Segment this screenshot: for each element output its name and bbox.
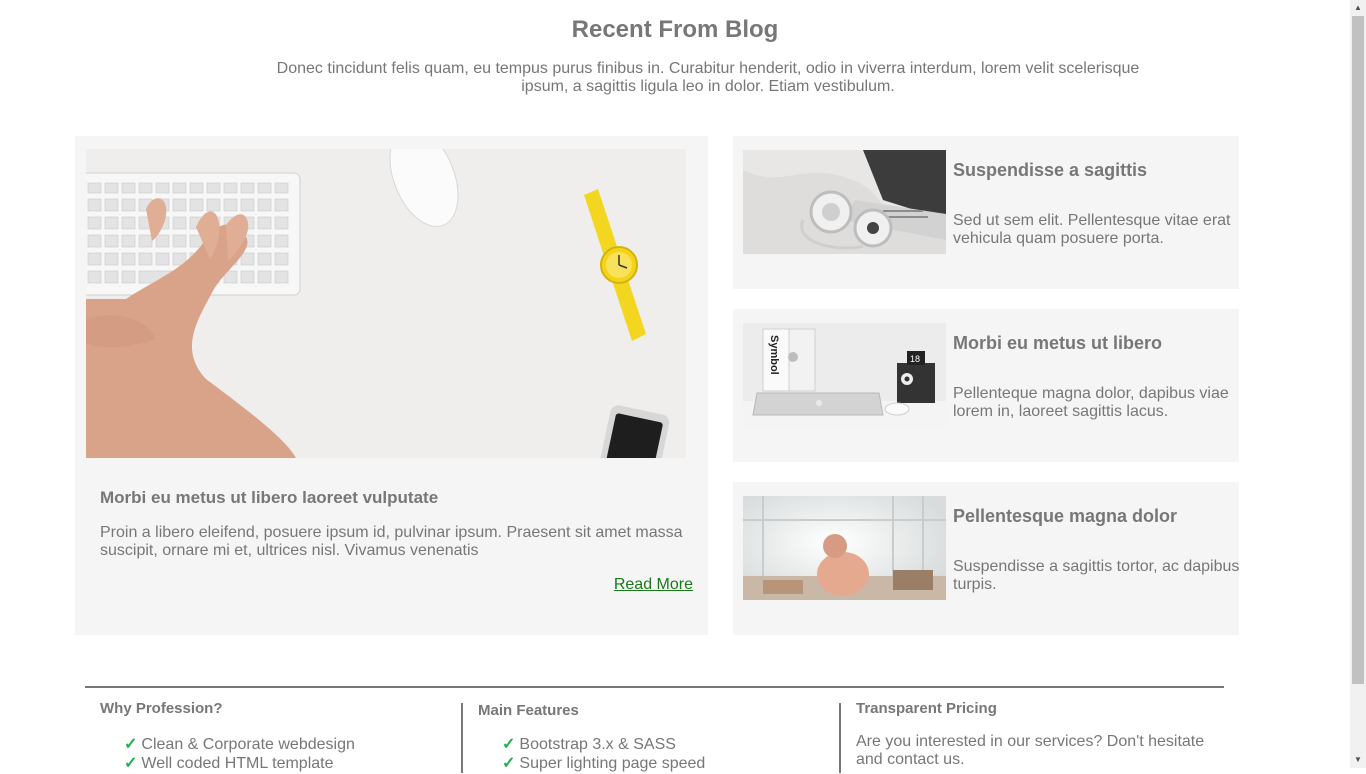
vertical-scrollbar[interactable]: ▲ ▼ <box>1350 0 1366 768</box>
checkmark-icon: ✓ <box>124 736 138 753</box>
checkmark-icon: ✓ <box>502 755 516 772</box>
footer-features-list: ✓ Bootstrap 3.x & SASS ✓ Super lighting pa… <box>502 736 705 774</box>
post-thumbnail-office[interactable] <box>743 496 946 600</box>
scroll-up-arrow-icon[interactable]: ▲ <box>1350 0 1366 16</box>
footer-column-divider <box>839 703 841 773</box>
post-excerpt: Sed ut sem elit. Pellentesque vitae erat… <box>953 212 1231 247</box>
scroll-down-arrow-icon[interactable]: ▼ <box>1350 752 1366 768</box>
footer-features-title: Main Features <box>478 702 579 719</box>
footer-why-list: ✓ Clean & Corporate webdesign ✓ Well coded… <box>124 736 355 774</box>
list-item: ✓ Clean & Corporate webdesign <box>124 736 355 753</box>
post-title[interactable]: Morbi eu metus ut libero <box>953 333 1162 354</box>
post-title[interactable]: Pellentesque magna dolor <box>953 506 1177 527</box>
blog-section-title: Recent From Blog <box>571 16 779 43</box>
footer-divider <box>85 686 1224 688</box>
checkmark-icon: ✓ <box>124 755 138 772</box>
footer-pricing-title: Transparent Pricing <box>856 700 997 717</box>
list-item: ✓ Bootstrap 3.x & SASS <box>502 736 676 753</box>
footer-why-title: Why Profession? <box>100 700 223 717</box>
footer-why-column: Why Profession? ✓ Clean & Corporate webde… <box>100 700 355 772</box>
scrollbar-thumb[interactable] <box>1352 16 1364 684</box>
footer-pricing-text: Are you interested in our services? Don'… <box>856 733 1205 768</box>
checkmark-icon: ✓ <box>502 736 516 753</box>
list-item: ✓ Super lighting page speed <box>502 755 706 772</box>
footer-column-divider <box>461 703 463 773</box>
svg-text:18: 18 <box>910 354 920 364</box>
post-excerpt: Pellenteque magna dolor, dapibus viae lo… <box>953 385 1229 420</box>
post-title[interactable]: Suspendisse a sagittis <box>953 160 1147 181</box>
list-item: ✓ Well coded HTML template <box>124 755 334 772</box>
blog-section-subtitle: Donec tincidunt felis quam, eu tempus pu… <box>276 60 1140 95</box>
footer-pricing-column: Transparent Pricing Are you interested i… <box>856 700 1216 769</box>
read-more-link[interactable]: Read More <box>614 576 693 594</box>
featured-post-title[interactable]: Morbi eu metus ut libero laoreet vulputa… <box>100 488 438 508</box>
featured-post-card: Morbi eu metus ut libero laoreet vulputa… <box>75 136 708 635</box>
blog-post-card: Pellentesque magna dolor Suspendisse a s… <box>733 482 1239 635</box>
featured-post-image[interactable] <box>86 149 686 458</box>
post-thumbnail-headphones[interactable] <box>743 150 946 254</box>
post-excerpt: Suspendisse a sagittis tortor, ac dapibu… <box>953 558 1240 593</box>
blog-post-card: Suspendisse a sagittis Sed ut sem elit. … <box>733 136 1239 289</box>
svg-text:Symbol: Symbol <box>768 335 780 375</box>
footer-features-column: Main Features ✓ Bootstrap 3.x & SASS ✓ Sup… <box>478 702 705 772</box>
featured-post-excerpt: Proin a libero eleifend, posuere ipsum i… <box>100 524 683 559</box>
post-thumbnail-laptop[interactable]: Symbol 18 <box>743 323 946 427</box>
blog-post-card: Symbol 18 Morbi eu metus ut libero Pelle… <box>733 309 1239 462</box>
